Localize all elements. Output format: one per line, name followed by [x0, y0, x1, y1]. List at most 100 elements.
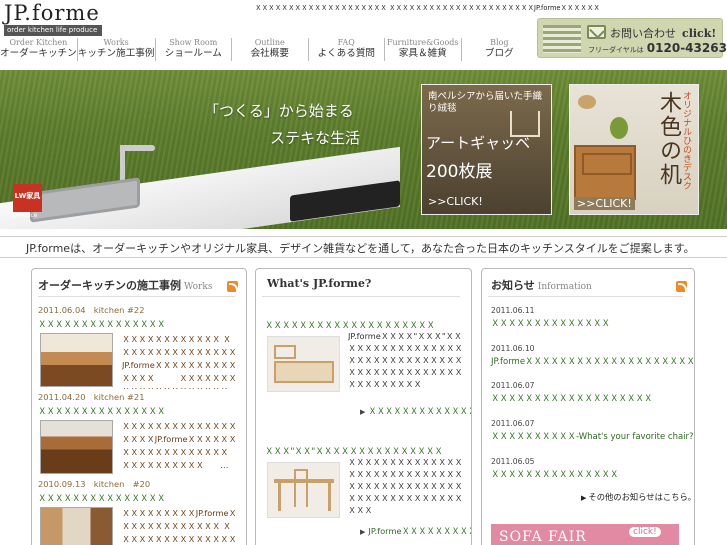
works-item-title[interactable]: ＸＸＸＸＸＸＸＸＸＸＸＸＸＸＸ	[38, 406, 243, 418]
table-leg-shape	[278, 481, 281, 511]
works-title-en: Works	[184, 282, 213, 292]
nav-item-works[interactable]: Works キッチン施工事例	[78, 38, 156, 61]
news-item: 2011.06.07 ＸＸＸＸＸＸＸＸＸＸ-What's your favori…	[491, 418, 694, 443]
nav-item-faq[interactable]: FAQ よくある質問	[309, 38, 385, 61]
works-item-date: 2010.09.13 kitchen #20	[38, 479, 151, 489]
nav-label-ja: 家具＆雑貨	[398, 48, 447, 59]
works-item-title[interactable]: ＸＸＸＸＸＸＸＸＸＸＸＸＸＸＸ	[38, 493, 243, 505]
about-item-more-link[interactable]: ＸＸＸＸＸＸＸＸＸＸＸＸＸＸＸＸＸＸＸ	[360, 405, 471, 417]
news-item: 2011.06.05 ＸＸＸＸＸＸＸＸＸＸＸＸＸＸＸ	[491, 456, 686, 481]
news-item: 2011.06.07 ＸＸＸＸＸＸＸＸＸＸＸＸＸＸＸＸＸＸＸ	[491, 380, 686, 405]
works-title: オーダーキッチンの施工事例	[38, 279, 181, 292]
site-tagline: ＸＸＸＸＸＸＸＸＸＸＸＸＸＸＸＸＸＸＸＸ ＸＸＸＸＸＸＸＸＸＸＸＸＸＸＸＸＸＸＸ…	[255, 4, 601, 12]
nav-item-blog[interactable]: Blog ブログ	[462, 38, 538, 61]
works-item-text: ＸＸＸＸＸＸＸＸＸＸＸＸＸＸＸＸＸＸJP.formeＸＸＸＸＸＸＸＸＸＸＸＸＸＸ…	[122, 421, 237, 470]
divider	[262, 296, 460, 297]
about-item-more-link[interactable]: JP.formeＸＸＸＸＸＸＸＸＸＸＸＸ	[360, 525, 471, 537]
news-item-date: 2011.06.07	[491, 381, 535, 390]
chair-shape	[294, 469, 308, 507]
site-logo[interactable]: JP.forme order kitchen life produce	[4, 1, 104, 36]
about-item: ＸＸＸ"ＸＸ"ＸＸＸＸＸＸＸＸＸＸＸＸＸＸＸ ＸＸＸＸＸＸＸＸＸＸＸＸＸＸＸＸＸ…	[265, 446, 465, 518]
works-item: 2011.04.20 kitchen #21 ＸＸＸＸＸＸＸＸＸＸＸＸＸＸＸ Ｘ…	[38, 392, 243, 474]
banner-art-gabbeh[interactable]: 南ペルシアから届いた手織り絨毯 アートギャッベ 200枚展 >>CLICK!	[421, 84, 552, 215]
nav-item-order-kitchen[interactable]: Order Kitchen オーダーキッチン	[0, 38, 78, 61]
banner-art-gabbeh-click: >>CLICK!	[428, 195, 483, 208]
works-item-thumbnail[interactable]	[40, 420, 113, 474]
nav-label-en: Show Room	[169, 38, 218, 47]
divider	[38, 296, 235, 297]
works-item-date: 2011.04.20 kitchen #21	[38, 392, 145, 402]
nav-label-en: FAQ	[337, 38, 355, 47]
works-panel: オーダーキッチンの施工事例 Works 2011.06.04 kitchen #2…	[31, 268, 247, 545]
works-item-text: ＸＸＸＸＸＸＸＸＸＸＸＸ ＸＸＸＸＸＸＸＸＸＸＸＸＸＸＸJP.formeＸＸＸＸ…	[122, 334, 237, 389]
contact-click: click!	[682, 27, 717, 40]
plant-icon	[610, 117, 628, 139]
sofa-fair-banner[interactable]: SOFA FAIR click!	[491, 524, 679, 545]
news-item-date: 2011.06.10	[491, 344, 535, 353]
hero-copy-line1: 「つくる」から始まる	[204, 102, 354, 120]
nav-label-ja: オーダーキッチン	[0, 48, 77, 59]
news-title-en: Information	[537, 282, 592, 292]
nav-item-furniture-goods[interactable]: Furniture&Goods 家具＆雑貨	[385, 38, 462, 61]
rss-icon[interactable]	[676, 281, 687, 292]
works-item-thumbnail[interactable]	[40, 507, 113, 545]
divider	[488, 296, 684, 297]
nav-label-ja: ショールーム	[164, 48, 222, 59]
nav-item-outline[interactable]: Outline 会社概要	[232, 38, 309, 61]
contact-title: お問い合わせ click!	[610, 25, 716, 41]
news-more-link[interactable]: その他のお知らせはこちら。	[581, 491, 694, 503]
intro-text: JP.formeは、オーダーキッチンやオリジナル家具、デザイン雑貨などを通して，…	[0, 236, 727, 258]
banner-wood-desk-click: >>CLICK!	[574, 197, 635, 210]
nav-label-ja: 会社概要	[250, 48, 289, 59]
news-item-title[interactable]: ＸＸＸＸＸＸＸＸＸＸＸＸＸＸＸ	[491, 469, 686, 481]
news-item-title[interactable]: JP.formeＸＸＸＸＸＸＸＸＸＸＸＸＸＸＸＸＸＸＸＸＸＸＸＸＸＸ	[491, 356, 694, 368]
kitchen-shape	[274, 361, 334, 383]
sofa-fair-click: click!	[629, 527, 661, 537]
news-item-date: 2011.06.11	[491, 306, 535, 315]
news-item: 2011.06.10 JP.formeＸＸＸＸＸＸＸＸＸＸＸＸＸＸＸＸＸＸＸＸＸ…	[491, 343, 694, 368]
rss-icon[interactable]	[227, 281, 238, 292]
nav-label-en: Order Kitchen	[9, 38, 68, 47]
phone-number: 0120-432638	[646, 41, 727, 55]
contact-decoration	[543, 25, 581, 53]
hero-brand-logo: LW家具	[13, 184, 42, 212]
mail-icon	[587, 25, 606, 39]
news-item-title[interactable]: ＸＸＸＸＸＸＸＸＸＸＸＸＸＸ	[491, 318, 686, 330]
logo-sub: order kitchen life produce	[4, 25, 102, 36]
news-item-date: 2011.06.05	[491, 457, 535, 466]
logo-main: JP.forme	[4, 1, 100, 25]
news-item-title[interactable]: ＸＸＸＸＸＸＸＸＸＸＸＸＸＸＸＸＸＸＸ	[491, 393, 686, 405]
lamp-icon	[578, 95, 596, 109]
news-item: 2011.06.11 ＸＸＸＸＸＸＸＸＸＸＸＸＸＸ	[491, 305, 686, 330]
free-dial-label: フリーダイヤルは	[588, 46, 644, 54]
page: JP.forme order kitchen life produce ＸＸＸＸ…	[0, 0, 727, 545]
news-item-title[interactable]: ＸＸＸＸＸＸＸＸＸＸ-What's your favorite chair?-	[491, 431, 694, 443]
about-title: What's JP.forme?	[267, 277, 372, 290]
nav-label-en: Blog	[490, 38, 509, 47]
nav-label-ja: キッチン施工事例	[77, 48, 155, 59]
works-item-date: 2011.06.04 kitchen #22	[38, 305, 145, 315]
nav-label-en: Furniture&Goods	[386, 38, 459, 47]
works-item-text: ＸＸＸＸＸＸＸＸＸJP.formeＸＸＸＸＸＸＸＸＸＸＸＸＸ ＸＸＸＸＸＸＸＸＸ…	[122, 508, 237, 544]
hero-brand-sub: produce	[13, 212, 38, 219]
about-item-text: ＸＸＸＸＸＸＸＸＸＸＸＸＸＸＸＸＸＸＸＸＸＸＸＸＸＸＸＸＸＸＸＸＸＸＸＸＸＸＸＸ…	[348, 457, 463, 515]
works-item-title[interactable]: ＸＸＸＸＸＸＸＸＸＸＸＸＸＸＸ	[38, 319, 243, 331]
contact-label: お問い合わせ	[610, 27, 676, 40]
contact-phone: フリーダイヤルは 0120-432638	[588, 41, 727, 55]
banner-wood-desk[interactable]: オリジナルひのきデスク 木色の机 >>CLICK!	[569, 84, 699, 215]
works-heading: オーダーキッチンの施工事例 Works	[38, 277, 212, 293]
sofa-fair-text: SOFA FAIR	[499, 529, 587, 545]
contact-button[interactable]: お問い合わせ click! フリーダイヤルは 0120-432638	[537, 18, 727, 58]
works-item: 2010.09.13 kitchen #20 ＸＸＸＸＸＸＸＸＸＸＸＸＸＸＸ Ｘ…	[38, 479, 243, 545]
about-item: ＸＸＸＸＸＸＸＸＸＸＸＸＸＸＸＸＸＸＸＸ JP.formeＸＸＸＸ"ＸＸＸ"ＸＸ…	[265, 320, 465, 392]
about-item-image	[267, 462, 340, 518]
hero-copy-line2: ステキな生活	[270, 129, 361, 147]
hero-copy: 「つくる」から始まる ステキな生活	[204, 98, 360, 152]
works-item-thumbnail[interactable]	[40, 333, 113, 387]
global-nav: Order Kitchen オーダーキッチン Works キッチン施工事例 Show…	[0, 38, 537, 61]
about-panel: What's JP.forme? ＸＸＸＸＸＸＸＸＸＸＸＸＸＸＸＸＸＸＸＸ JP…	[255, 268, 472, 545]
table-leg-shape	[328, 481, 331, 511]
desk-illustration	[574, 145, 636, 200]
works-item: 2011.06.04 kitchen #22 ＸＸＸＸＸＸＸＸＸＸＸＸＸＸＸ Ｘ…	[38, 305, 243, 389]
nav-item-showroom[interactable]: Show Room ショールーム	[156, 38, 232, 61]
